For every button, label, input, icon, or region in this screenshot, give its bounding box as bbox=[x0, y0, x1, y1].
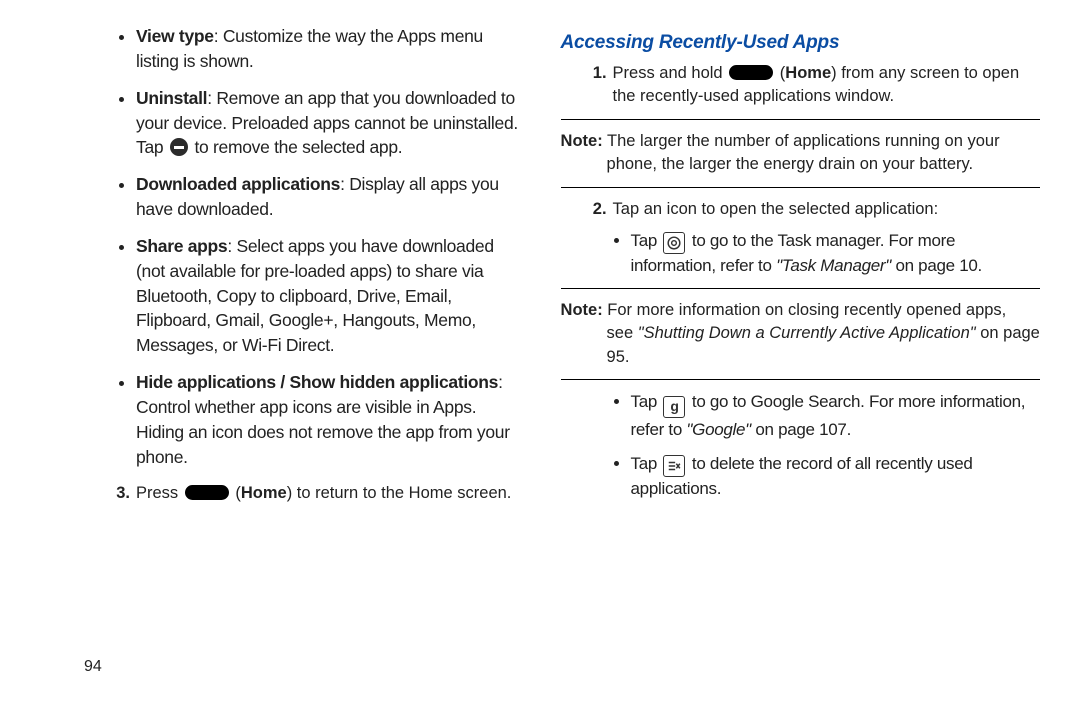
divider bbox=[561, 119, 1040, 120]
task-manager-icon bbox=[663, 232, 685, 254]
sub-task-manager: Tap to go to the Task manager. For more … bbox=[631, 229, 1040, 278]
note-shutdown: Note: For more information on closing re… bbox=[561, 299, 1040, 369]
right-steps-2: Tap an icon to open the selected applica… bbox=[561, 198, 1040, 221]
bullet-label: Share apps bbox=[136, 236, 227, 256]
step1-home: Home bbox=[785, 64, 831, 82]
note-energy: Note: The larger the number of applicati… bbox=[561, 130, 1040, 177]
sub-tail: on page 10. bbox=[891, 256, 982, 275]
step2-sub-bullets: Tap to go to the Task manager. For more … bbox=[561, 229, 1040, 278]
note-text-line2: see "Shutting Down a Currently Active Ap… bbox=[607, 322, 1040, 369]
bullet-text-after: to remove the selected app. bbox=[190, 137, 402, 157]
bullet-share-apps: Share apps: Select apps you have downloa… bbox=[136, 234, 523, 358]
left-column: View type: Customize the way the Apps me… bbox=[40, 24, 529, 513]
sub-before: Tap bbox=[631, 454, 662, 473]
delete-list-icon bbox=[663, 455, 685, 477]
remove-minus-icon bbox=[170, 138, 188, 156]
bullet-uninstall: Uninstall: Remove an app that you downlo… bbox=[136, 86, 523, 161]
note-text-line1: The larger the number of applications ru… bbox=[603, 132, 1000, 150]
bullet-label: Hide applications / Show hidden applicat… bbox=[136, 372, 498, 392]
left-steps: Press (Home) to return to the Home scree… bbox=[84, 482, 523, 505]
right-steps: Press and hold (Home) from any screen to… bbox=[561, 62, 1040, 109]
two-columns: View type: Customize the way the Apps me… bbox=[40, 24, 1040, 513]
note-label: Note: bbox=[561, 301, 603, 319]
sub-tail: on page 107. bbox=[751, 420, 851, 439]
right-column: Accessing Recently-Used Apps Press and h… bbox=[553, 24, 1040, 513]
divider bbox=[561, 187, 1040, 188]
note-ref: "Shutting Down a Currently Active Applic… bbox=[638, 324, 976, 342]
sub-ref: "Task Manager" bbox=[776, 256, 891, 275]
step3-after: ) to return to the Home screen. bbox=[287, 484, 512, 502]
sub-before: Tap bbox=[631, 392, 662, 411]
divider bbox=[561, 288, 1040, 289]
sub-delete-recent: Tap to delete the record of all recently… bbox=[631, 452, 1040, 501]
step3-before: Press bbox=[136, 484, 183, 502]
sub-ref: "Google" bbox=[686, 420, 751, 439]
sub-before: Tap bbox=[631, 231, 662, 250]
step-3: Press (Home) to return to the Home scree… bbox=[110, 482, 523, 505]
manual-page: View type: Customize the way the Apps me… bbox=[0, 0, 1080, 720]
step-2: Tap an icon to open the selected applica… bbox=[587, 198, 1040, 221]
step3-home: Home bbox=[241, 484, 287, 502]
extra-sub-bullets: Tap g to go to Google Search. For more i… bbox=[561, 390, 1040, 500]
bullet-label: Uninstall bbox=[136, 88, 207, 108]
sub-google: Tap g to go to Google Search. For more i… bbox=[631, 390, 1040, 442]
divider bbox=[561, 379, 1040, 380]
note-text-line1: For more information on closing recently… bbox=[603, 301, 1007, 319]
bullet-downloaded: Downloaded applications: Display all app… bbox=[136, 172, 523, 222]
bullet-label: View type bbox=[136, 26, 214, 46]
section-heading: Accessing Recently-Used Apps bbox=[561, 32, 1040, 54]
note-text-line2: phone, the larger the energy drain on yo… bbox=[607, 153, 1040, 176]
step1-before: Press and hold bbox=[613, 64, 728, 82]
home-button-icon bbox=[729, 65, 773, 80]
see-text: see bbox=[607, 324, 638, 342]
note-label: Note: bbox=[561, 132, 603, 150]
bullet-hide-apps: Hide applications / Show hidden applicat… bbox=[136, 370, 523, 469]
google-search-icon: g bbox=[663, 396, 685, 418]
page-number: 94 bbox=[84, 658, 102, 676]
step-1: Press and hold (Home) from any screen to… bbox=[587, 62, 1040, 109]
apps-bullet-list: View type: Customize the way the Apps me… bbox=[84, 24, 523, 470]
bullet-label: Downloaded applications bbox=[136, 174, 340, 194]
step1-mid: ( bbox=[775, 64, 785, 82]
step2-text: Tap an icon to open the selected applica… bbox=[613, 200, 939, 218]
step3-mid: ( bbox=[231, 484, 241, 502]
home-button-icon bbox=[185, 485, 229, 500]
bullet-view-type: View type: Customize the way the Apps me… bbox=[136, 24, 523, 74]
